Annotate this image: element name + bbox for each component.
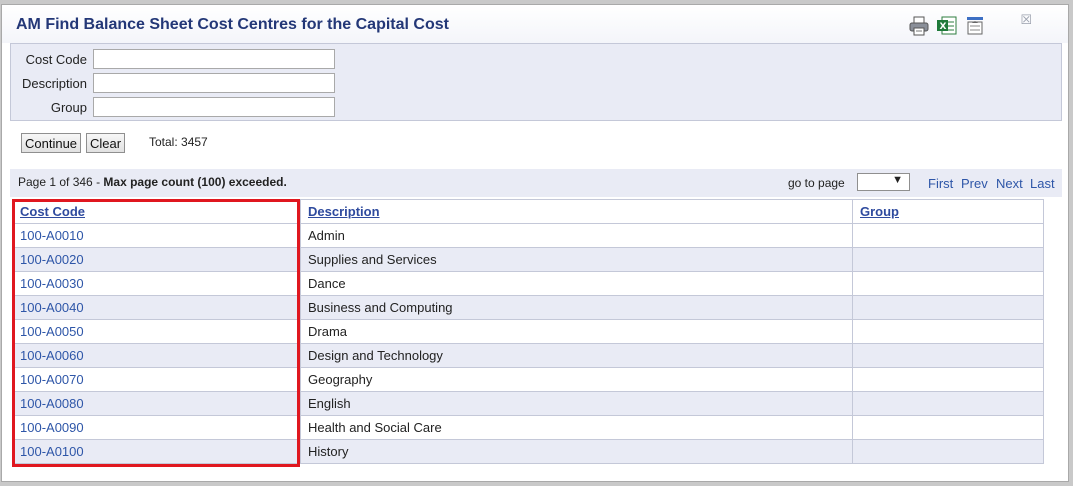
table-row: 100-A0080 English [12, 391, 1044, 416]
table-row: 100-A0040 Business and Computing [12, 295, 1044, 320]
results-table: Cost Code Description Group 100-A0010 Ad… [12, 199, 1044, 464]
dialog-window: AM Find Balance Sheet Cost Centres for t… [1, 4, 1069, 482]
group-cell [852, 367, 1044, 392]
group-cell [852, 295, 1044, 320]
table-row: 100-A0100 History [12, 439, 1044, 464]
excel-export-icon[interactable]: X [936, 15, 958, 37]
description-cell: History [300, 439, 853, 464]
columns-icon[interactable] [964, 15, 986, 37]
group-label: Group [50, 100, 87, 115]
cost-code-link[interactable]: 100-A0090 [12, 415, 301, 440]
header-cost-code[interactable]: Cost Code [12, 199, 301, 224]
cost-code-link[interactable]: 100-A0050 [12, 319, 301, 344]
page-info: Page 1 of 346 - Max page count (100) exc… [18, 175, 287, 189]
table-header-row: Cost Code Description Group [12, 199, 1044, 224]
group-cell [852, 391, 1044, 416]
cost-code-link[interactable]: 100-A0020 [12, 247, 301, 272]
continue-button[interactable]: Continue [21, 133, 82, 153]
last-page-link[interactable]: Last [1030, 176, 1055, 191]
table-row: 100-A0060 Design and Technology [12, 343, 1044, 368]
group-cell [852, 223, 1044, 248]
cost-code-link[interactable]: 100-A0070 [12, 367, 301, 392]
svg-text:X: X [940, 22, 947, 32]
group-row: Group [11, 97, 351, 119]
printer-icon[interactable] [908, 15, 930, 37]
group-cell [852, 319, 1044, 344]
description-cell: Design and Technology [300, 343, 853, 368]
table-row: 100-A0020 Supplies and Services [12, 247, 1044, 272]
paging-bar: Page 1 of 346 - Max page count (100) exc… [10, 169, 1062, 197]
group-cell [852, 439, 1044, 464]
dialog-title: AM Find Balance Sheet Cost Centres for t… [16, 16, 449, 33]
table-row: 100-A0090 Health and Social Care [12, 415, 1044, 440]
cost-code-link[interactable]: 100-A0040 [12, 295, 301, 320]
description-input[interactable] [93, 73, 335, 93]
goto-page-select[interactable]: ▼ [857, 173, 910, 191]
description-cell: Drama [300, 319, 853, 344]
title-bar: AM Find Balance Sheet Cost Centres for t… [2, 5, 1068, 43]
cost-code-row: Cost Code [11, 49, 351, 71]
group-cell [852, 343, 1044, 368]
description-cell: Health and Social Care [300, 415, 853, 440]
description-cell: Dance [300, 271, 853, 296]
next-page-link[interactable]: Next [996, 176, 1023, 191]
cost-code-link[interactable]: 100-A0060 [12, 343, 301, 368]
description-cell: Business and Computing [300, 295, 853, 320]
header-group[interactable]: Group [852, 199, 1044, 224]
description-cell: English [300, 391, 853, 416]
page-info-text: Page 1 of 346 - [18, 175, 104, 189]
page-warning: Max page count (100) exceeded. [103, 175, 287, 189]
header-description[interactable]: Description [300, 199, 853, 224]
filter-panel: Cost Code Description Group [10, 43, 1062, 121]
table-row: 100-A0050 Drama [12, 319, 1044, 344]
goto-page-label: go to page [788, 176, 845, 190]
cost-code-link[interactable]: 100-A0100 [12, 439, 301, 464]
group-input[interactable] [93, 97, 335, 117]
description-cell: Admin [300, 223, 853, 248]
table-row: 100-A0030 Dance [12, 271, 1044, 296]
close-icon[interactable]: ☒ [1020, 12, 1032, 28]
table-row: 100-A0010 Admin [12, 223, 1044, 248]
description-cell: Geography [300, 367, 853, 392]
clear-button[interactable]: Clear [86, 133, 126, 153]
dropdown-arrow-icon: ▼ [892, 174, 903, 186]
group-cell [852, 247, 1044, 272]
cost-code-link[interactable]: 100-A0030 [12, 271, 301, 296]
description-cell: Supplies and Services [300, 247, 853, 272]
total-count: Total: 3457 [149, 135, 208, 149]
description-label: Description [21, 76, 87, 91]
cost-code-label: Cost Code [25, 52, 87, 67]
group-cell [852, 271, 1044, 296]
cost-code-input[interactable] [93, 49, 335, 69]
group-cell [852, 415, 1044, 440]
table-row: 100-A0070 Geography [12, 367, 1044, 392]
first-page-link[interactable]: First [928, 176, 953, 191]
cost-code-link[interactable]: 100-A0080 [12, 391, 301, 416]
description-row: Description [11, 73, 351, 95]
prev-page-link[interactable]: Prev [961, 176, 988, 191]
cost-code-link[interactable]: 100-A0010 [12, 223, 301, 248]
